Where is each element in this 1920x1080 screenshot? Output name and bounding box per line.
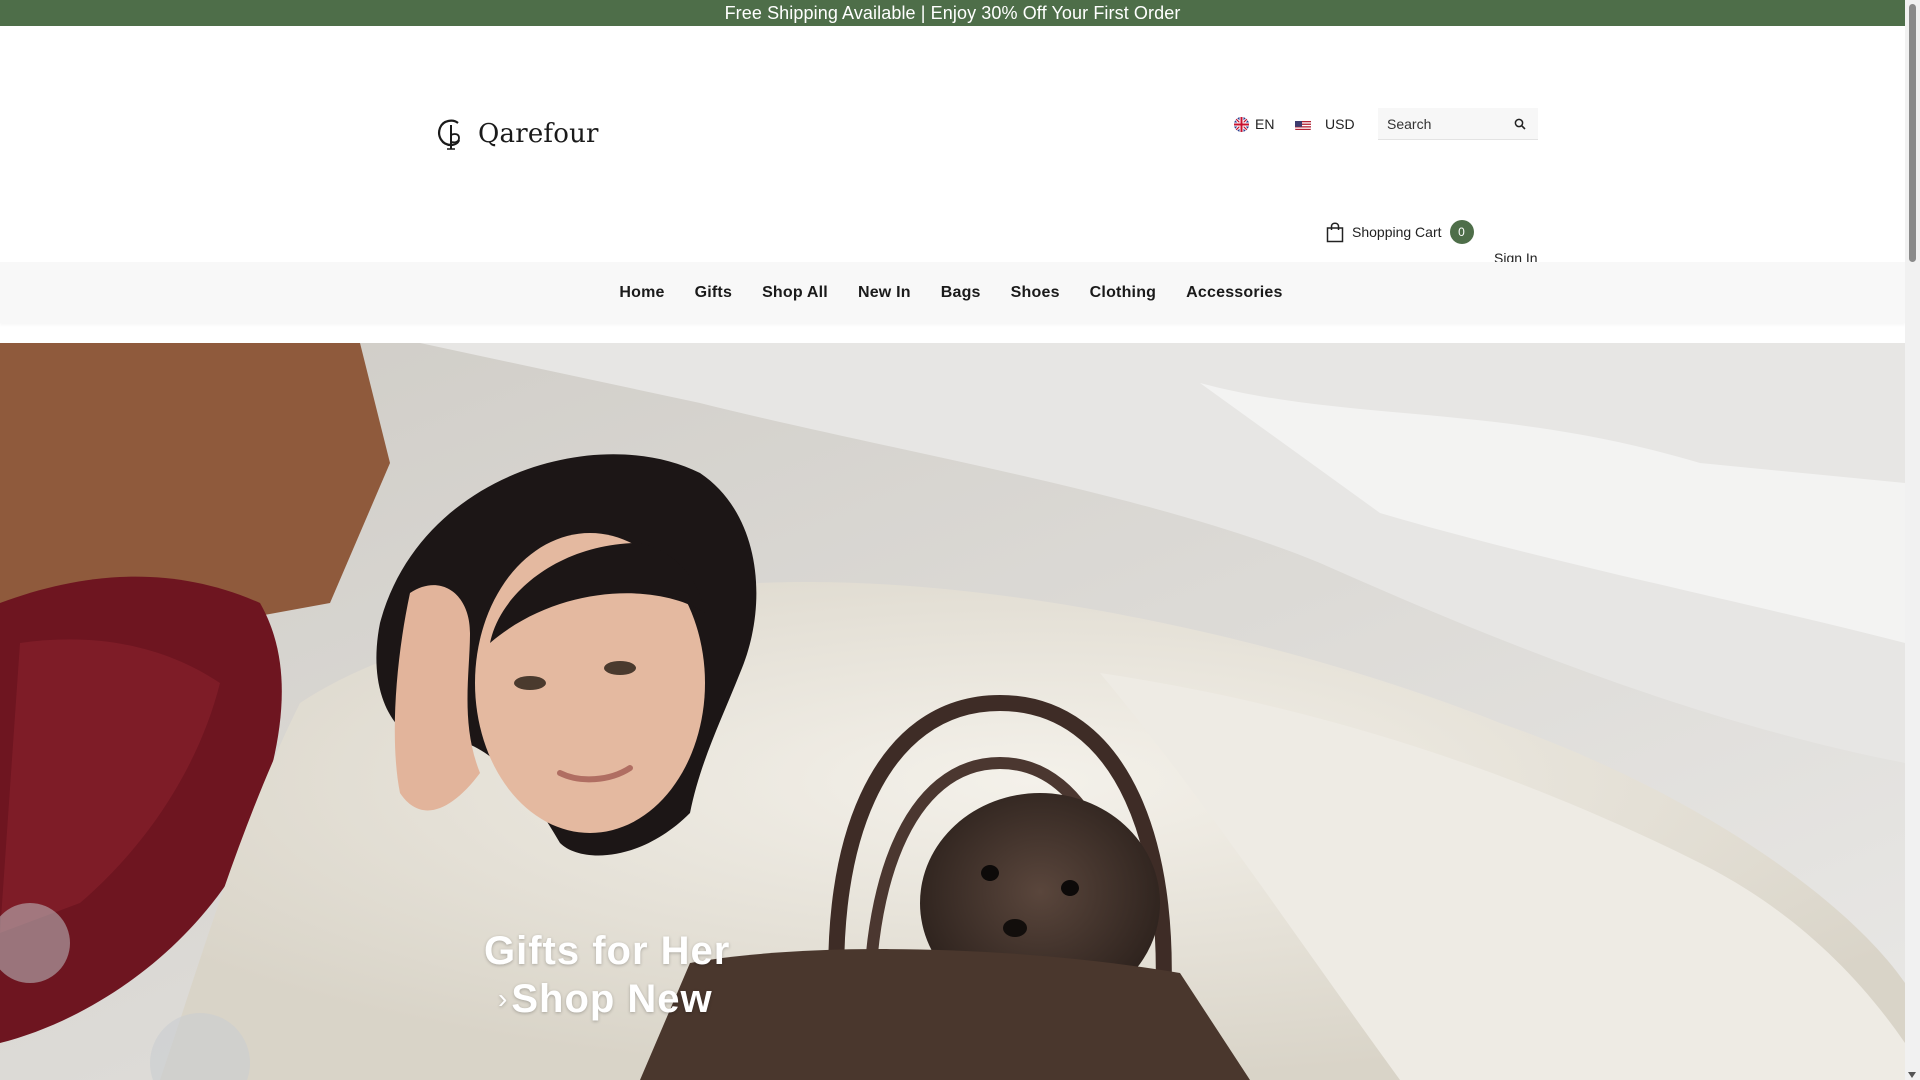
uk-flag-icon — [1234, 116, 1249, 132]
hero-cta-label: Shop New — [511, 977, 713, 1021]
scroll-down-arrow-icon[interactable] — [1908, 1072, 1916, 1078]
hero-text: Gifts for Her › Shop New — [484, 927, 730, 1023]
hero-banner[interactable]: Gifts for Her › Shop New — [0, 343, 1905, 1080]
promo-banner: Free Shipping Available | Enjoy 30% Off … — [0, 0, 1905, 26]
nav-item-new-in[interactable]: New In — [858, 284, 911, 302]
currency-selector[interactable]: USD — [1295, 112, 1355, 136]
hero-image — [0, 343, 1905, 1080]
language-code: EN — [1255, 116, 1275, 132]
shopping-cart-link[interactable]: Shopping Cart 0 — [1326, 220, 1474, 244]
search-bar — [1378, 108, 1538, 140]
site-header: Qarefour EN USD Search Shopping Cart 0 S… — [0, 26, 1905, 266]
cart-count-badge: 0 — [1449, 220, 1474, 244]
logo-text: Qarefour — [478, 119, 599, 149]
chevron-right-icon: › — [498, 983, 508, 1014]
shopping-bag-icon — [1326, 221, 1344, 242]
shop-new-link[interactable]: › Shop New — [498, 975, 730, 1023]
nav-item-clothing[interactable]: Clothing — [1090, 284, 1156, 302]
search-input[interactable] — [1378, 108, 1506, 139]
nav-item-gifts[interactable]: Gifts — [695, 284, 732, 302]
cart-label: Shopping Cart — [1352, 224, 1442, 240]
currency-code: USD — [1325, 116, 1355, 132]
page-scrollbar[interactable] — [1905, 0, 1920, 1080]
logo-mark-icon — [438, 119, 461, 150]
nav-item-shoes[interactable]: Shoes — [1011, 284, 1060, 302]
scrollbar-thumb[interactable] — [1909, 4, 1916, 262]
language-selector[interactable]: EN — [1234, 112, 1274, 136]
hero-title: Gifts for Her — [484, 929, 731, 973]
search-icon[interactable] — [1506, 109, 1534, 139]
site-logo[interactable]: Qarefour — [434, 116, 599, 152]
main-navigation: Home Gifts Shop All New In Bags Shoes Cl… — [0, 262, 1905, 323]
nav-item-shop-all[interactable]: Shop All — [762, 284, 828, 302]
nav-item-bags[interactable]: Bags — [941, 284, 981, 302]
nav-item-accessories[interactable]: Accessories — [1186, 284, 1283, 302]
nav-item-home[interactable]: Home — [619, 284, 664, 302]
us-flag-icon — [1295, 119, 1311, 130]
